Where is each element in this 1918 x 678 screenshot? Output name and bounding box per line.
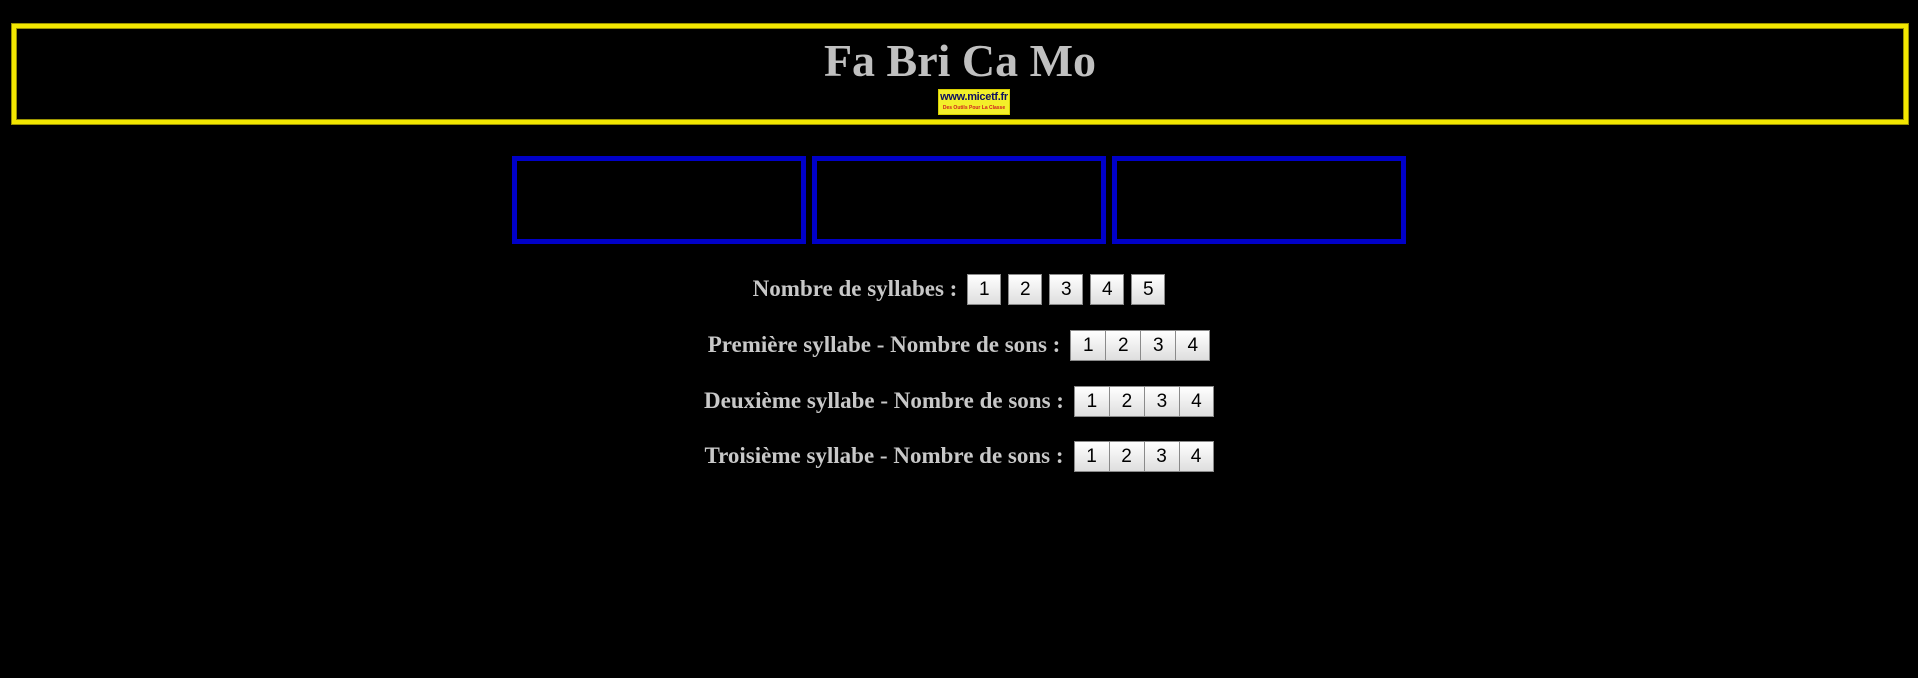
third-syllable-sounds-label: Troisième syllabe - Nombre de sons : (704, 443, 1064, 468)
third-syllable-sounds-buttons: 1 2 3 4 (1073, 440, 1214, 472)
logo-subtext: Des Outils Pour La Classe (942, 105, 1006, 111)
second-syllable-sounds-buttons: 1 2 3 4 (1073, 385, 1214, 417)
syllable-count-button-2[interactable]: 2 (1008, 273, 1043, 305)
second-syllable-sounds-button-2[interactable]: 2 (1108, 385, 1144, 417)
second-syllable-sounds-button-4[interactable]: 4 (1178, 385, 1214, 417)
third-syllable-sounds-row: Troisième syllabe - Nombre de sons : 1 2… (0, 440, 1918, 472)
syllable-boxes (512, 156, 1406, 244)
third-syllable-sounds-button-2[interactable]: 2 (1108, 440, 1144, 472)
syllable-count-button-3[interactable]: 3 (1049, 273, 1084, 305)
syllable-box-3 (1112, 156, 1406, 244)
second-syllable-sounds-button-3[interactable]: 3 (1143, 385, 1179, 417)
syllable-count-row: Nombre de syllabes : 1 2 3 4 5 (0, 273, 1918, 305)
first-syllable-sounds-buttons: 1 2 3 4 (1070, 329, 1211, 361)
second-syllable-sounds-label: Deuxième syllabe - Nombre de sons : (704, 388, 1064, 413)
syllable-box-1 (512, 156, 806, 244)
first-syllable-sounds-button-3[interactable]: 3 (1140, 329, 1176, 361)
first-syllable-sounds-button-4[interactable]: 4 (1175, 329, 1211, 361)
syllable-count-label: Nombre de syllabes : (752, 276, 958, 301)
syllable-count-buttons: 1 2 3 4 5 (967, 273, 1166, 305)
first-syllable-sounds-button-1[interactable]: 1 (1070, 329, 1106, 361)
syllable-count-button-4[interactable]: 4 (1090, 273, 1125, 305)
first-syllable-sounds-row: Première syllabe - Nombre de sons : 1 2 … (0, 329, 1918, 361)
first-syllable-sounds-button-2[interactable]: 2 (1105, 329, 1141, 361)
first-syllable-sounds-label: Première syllabe - Nombre de sons : (707, 332, 1061, 357)
site-logo[interactable]: www.micetf.fr Des Outils Pour La Classe (938, 89, 1010, 115)
third-syllable-sounds-button-4[interactable]: 4 (1178, 440, 1214, 472)
header-banner: Fa Bri Ca Mo www.micetf.fr Des Outils Po… (12, 24, 1908, 124)
logo-text: www.micetf.fr (940, 91, 1008, 103)
second-syllable-sounds-row: Deuxième syllabe - Nombre de sons : 1 2 … (0, 385, 1918, 417)
third-syllable-sounds-button-1[interactable]: 1 (1073, 440, 1109, 472)
syllable-count-button-1[interactable]: 1 (967, 273, 1002, 305)
second-syllable-sounds-button-1[interactable]: 1 (1073, 385, 1109, 417)
page-title: Fa Bri Ca Mo (823, 35, 1097, 86)
third-syllable-sounds-button-3[interactable]: 3 (1143, 440, 1179, 472)
syllable-box-2 (812, 156, 1106, 244)
syllable-count-button-5[interactable]: 5 (1131, 273, 1166, 305)
